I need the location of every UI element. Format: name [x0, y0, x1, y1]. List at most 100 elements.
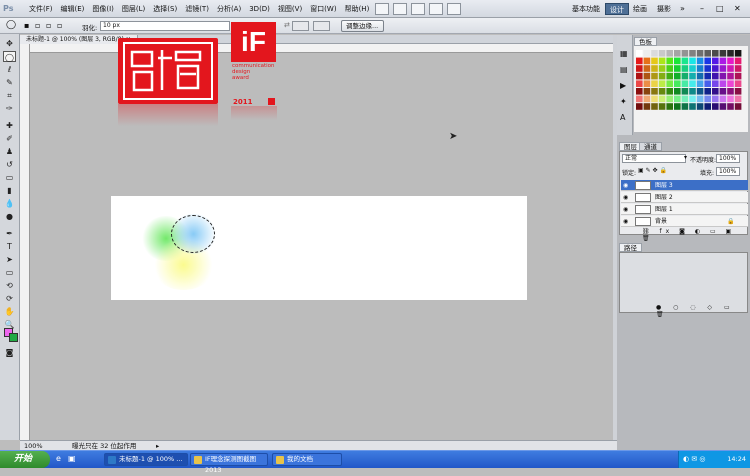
- document-canvas[interactable]: [111, 196, 527, 300]
- menu-window[interactable]: 窗口(W): [306, 0, 340, 18]
- swatch-cell[interactable]: [727, 103, 734, 110]
- move-tool-icon[interactable]: ✥: [3, 38, 16, 49]
- history-brush-tool-icon[interactable]: ↺: [3, 159, 16, 170]
- swatch-cell[interactable]: [651, 65, 658, 72]
- swatch-cell[interactable]: [643, 103, 651, 110]
- swatch-cell[interactable]: [636, 95, 643, 103]
- swatch-cell[interactable]: [666, 88, 673, 95]
- swatch-cell[interactable]: [651, 95, 658, 103]
- swatch-cell[interactable]: [727, 57, 734, 65]
- workspace-design[interactable]: 设计: [605, 3, 629, 15]
- feather-input[interactable]: 10 px: [100, 21, 230, 31]
- swatch-cell[interactable]: [727, 95, 734, 103]
- swatch-cell[interactable]: [674, 57, 681, 65]
- swatch-cell[interactable]: [704, 72, 711, 80]
- minimize-icon[interactable]: –: [700, 3, 712, 14]
- swatch-cell[interactable]: [674, 103, 681, 110]
- eye-icon[interactable]: ◉: [623, 194, 630, 201]
- more-workspaces-icon[interactable]: »: [680, 3, 692, 14]
- swatch-cell[interactable]: [643, 95, 651, 103]
- swatch-cell[interactable]: [712, 80, 719, 87]
- eye-icon[interactable]: ◉: [623, 206, 630, 213]
- swatch-cell[interactable]: [636, 88, 643, 95]
- layer-actions-icons[interactable]: ⛓ fx ◙ ◐ ▭ ▣ 🗑: [642, 228, 747, 242]
- refine-edge-button[interactable]: 调整边缘...: [341, 20, 384, 32]
- swatch-cell[interactable]: [704, 50, 711, 57]
- eraser-tool-icon[interactable]: ▭: [3, 172, 16, 183]
- tab-channels[interactable]: 通道: [639, 142, 662, 151]
- swatch-cell[interactable]: [658, 72, 666, 80]
- swatch-cell[interactable]: [674, 88, 681, 95]
- quicklaunch-ie-icon[interactable]: e: [56, 454, 61, 463]
- swatch-cell[interactable]: [704, 80, 711, 87]
- swatch-cell[interactable]: [651, 50, 658, 57]
- eyedropper-tool-icon[interactable]: ✑: [3, 103, 16, 114]
- swatch-cell[interactable]: [666, 50, 673, 57]
- swatch-cell[interactable]: [704, 57, 711, 65]
- swatch-cell[interactable]: [689, 88, 696, 95]
- minibridge-icon[interactable]: [393, 2, 408, 15]
- swatch-cell[interactable]: [681, 50, 689, 57]
- healing-brush-tool-icon[interactable]: ✚: [3, 120, 16, 131]
- swatch-grid[interactable]: [634, 46, 748, 132]
- swap-icon[interactable]: ⇄: [284, 21, 290, 29]
- swatch-cell[interactable]: [696, 95, 704, 103]
- swatch-cell[interactable]: [666, 95, 673, 103]
- swatch-cell[interactable]: [658, 80, 666, 87]
- swatch-cell[interactable]: [666, 80, 673, 87]
- swatch-cell[interactable]: [727, 72, 734, 80]
- layer-row-1[interactable]: ◉ 图层 1: [621, 204, 748, 215]
- chevron-down-icon[interactable]: ▾: [684, 154, 687, 161]
- zoom-level-icon[interactable]: [411, 2, 426, 15]
- height-field[interactable]: [313, 21, 330, 31]
- menu-filter[interactable]: 滤镜(T): [181, 0, 213, 18]
- menu-image[interactable]: 图像(I): [88, 0, 118, 18]
- menu-3d[interactable]: 3D(D): [245, 0, 274, 18]
- swatch-cell[interactable]: [704, 65, 711, 72]
- swatch-cell[interactable]: [719, 72, 727, 80]
- blur-tool-icon[interactable]: 💧: [3, 198, 16, 209]
- menu-view[interactable]: 视图(V): [274, 0, 306, 18]
- 3d-camera-tool-icon[interactable]: ⟳: [3, 293, 16, 304]
- swatch-cell[interactable]: [651, 72, 658, 80]
- swatch-cell[interactable]: [643, 65, 651, 72]
- swatch-cell[interactable]: [636, 72, 643, 80]
- swatch-cell[interactable]: [734, 80, 742, 87]
- swatch-cell[interactable]: [689, 95, 696, 103]
- swatch-cell[interactable]: [727, 65, 734, 72]
- swatch-cell[interactable]: [727, 80, 734, 87]
- swatch-cell[interactable]: [734, 103, 742, 110]
- swatch-cell[interactable]: [651, 80, 658, 87]
- swatch-cell[interactable]: [712, 65, 719, 72]
- swatch-cell[interactable]: [696, 65, 704, 72]
- swatch-cell[interactable]: [734, 65, 742, 72]
- swatch-cell[interactable]: [658, 57, 666, 65]
- tray-icons[interactable]: ◐ ✉ ◎: [683, 451, 706, 468]
- swatch-cell[interactable]: [658, 88, 666, 95]
- swatch-cell[interactable]: [643, 57, 651, 65]
- swatch-cell[interactable]: [681, 103, 689, 110]
- history-icon[interactable]: ▤: [620, 65, 628, 74]
- swatch-cell[interactable]: [658, 50, 666, 57]
- swatch-cell[interactable]: [704, 95, 711, 103]
- character-icon[interactable]: A: [620, 113, 625, 122]
- menu-edit[interactable]: 编辑(E): [57, 0, 89, 18]
- swatch-cell[interactable]: [696, 72, 704, 80]
- swatch-cell[interactable]: [734, 88, 742, 95]
- 3d-rotate-tool-icon[interactable]: ⟲: [3, 280, 16, 291]
- swatch-cell[interactable]: [658, 95, 666, 103]
- task-photoshop[interactable]: 未标题-1 @ 100% ...: [104, 453, 188, 466]
- swatch-cell[interactable]: [689, 65, 696, 72]
- swatch-cell[interactable]: [636, 50, 643, 57]
- workspace-essentials[interactable]: 基本功能: [568, 3, 604, 15]
- start-button[interactable]: 开始: [0, 451, 50, 468]
- swatch-cell[interactable]: [734, 57, 742, 65]
- dodge-tool-icon[interactable]: ●: [3, 211, 16, 222]
- menu-layer[interactable]: 图层(L): [118, 0, 149, 18]
- swatch-cell[interactable]: [712, 88, 719, 95]
- task-my-documents[interactable]: 我的文档: [272, 453, 342, 466]
- quicklaunch-desktop-icon[interactable]: ▣: [68, 454, 76, 463]
- swatch-cell[interactable]: [674, 95, 681, 103]
- swatch-cell[interactable]: [719, 88, 727, 95]
- swatch-cell[interactable]: [719, 80, 727, 87]
